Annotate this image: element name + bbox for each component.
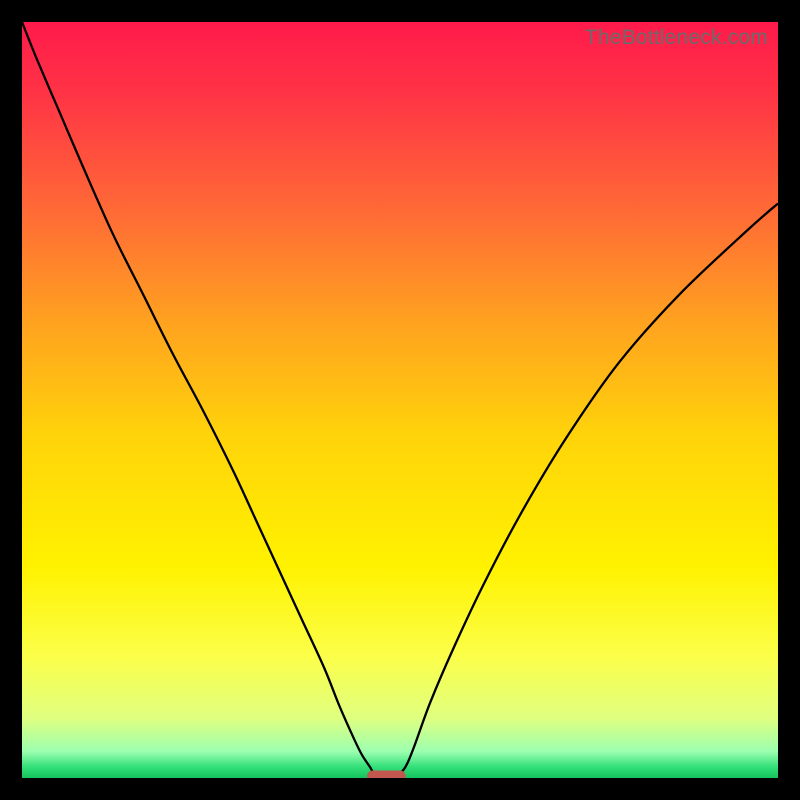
plot-area: TheBottleneck.com bbox=[22, 22, 778, 778]
gradient-background bbox=[22, 22, 778, 778]
chart-frame: TheBottleneck.com bbox=[0, 0, 800, 800]
chart-svg bbox=[22, 22, 778, 778]
optimal-marker bbox=[367, 770, 406, 778]
watermark-text: TheBottleneck.com bbox=[585, 26, 768, 50]
